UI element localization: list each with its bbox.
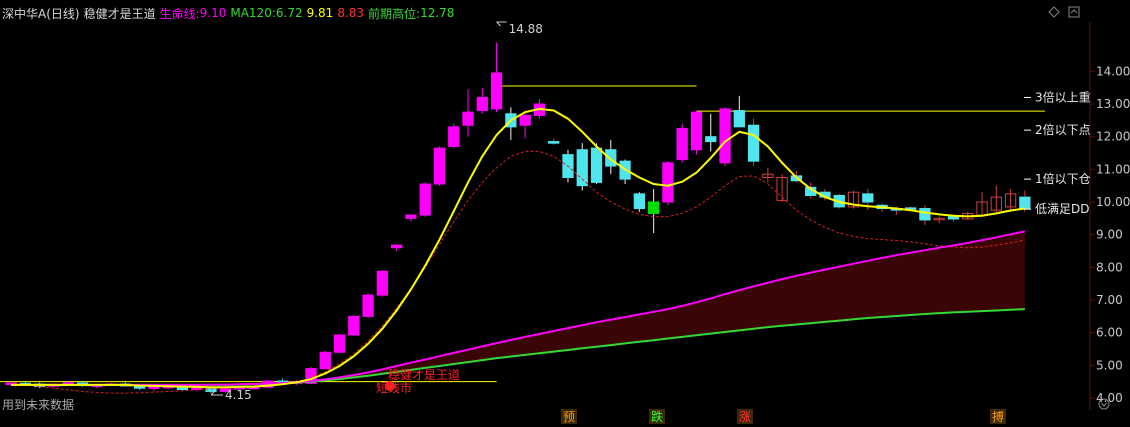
y-tick-label: 8.00 [1096,260,1123,274]
signal-marker: 预 [563,410,575,424]
candle-body [605,149,617,167]
candle-body [362,294,374,317]
candle-body [947,216,960,220]
future-data-note: 用到未来数据 [2,397,74,412]
candle-body [576,149,588,187]
y-tick-label: 10.00 [1096,195,1130,209]
y-tick-label: 11.00 [1096,162,1130,176]
candle-body [747,124,760,162]
candle-body [676,128,688,161]
multiple-label: 3倍以上重 [1035,89,1091,104]
y-tick-label: 14.00 [1096,64,1130,78]
candle-body [705,136,717,143]
candle-body [1019,196,1031,210]
candle-body [633,193,646,210]
y-tick-label: 7.00 [1096,293,1123,307]
y-tick-label: 6.00 [1096,326,1123,340]
candle-body [476,96,488,112]
multiple-label: 低满足DD [1035,202,1089,216]
y-tick-label: 4.00 [1096,391,1123,405]
candle-body [662,162,674,203]
y-tick-label: 5.00 [1096,358,1123,372]
candle-body [519,114,531,126]
multiple-label: 1倍以下仓 [1035,171,1091,186]
candle-body [448,126,460,147]
candle-body [919,208,931,221]
y-tick-label: 9.00 [1096,228,1123,242]
candle-body [319,351,331,370]
candlestick-chart: 14.00 13.00 12.00 11.00 10.00 9.00 8.00 7.00 6.0… [0,21,1130,424]
y-tick-label: 13.00 [1096,97,1130,111]
candle-body [590,147,603,183]
short-line-label: 短线市 [376,380,412,395]
candle-body [148,386,160,389]
candle-body [862,193,874,203]
candle-body [376,270,389,296]
candle-body [548,141,560,144]
candle-body [462,111,474,126]
candle-body [690,111,703,151]
multiple-label: 2倍以下点 [1035,122,1091,137]
candle-body [333,334,346,353]
signal-marker: 涨 [739,409,751,424]
low-price-label: 4.15 [225,388,252,402]
candle-body [733,110,745,128]
candle-body [348,315,360,336]
candle-body [405,214,417,219]
candle-body [433,147,446,185]
candle-body [719,108,731,164]
candle-body [490,72,503,110]
signal-marker: 跌 [651,409,663,424]
candle-body [390,244,403,249]
high-price-label: 14.88 [509,22,543,36]
ma-band-fill [11,231,1025,385]
candle-body [647,201,660,214]
candle-body [419,183,431,216]
y-tick-label: 12.00 [1096,130,1130,144]
candle-body [191,387,203,391]
indicator-red-label: 稳健才是王道 [388,367,460,382]
signal-marker: 搏 [992,410,1004,424]
high-marker [496,21,507,27]
